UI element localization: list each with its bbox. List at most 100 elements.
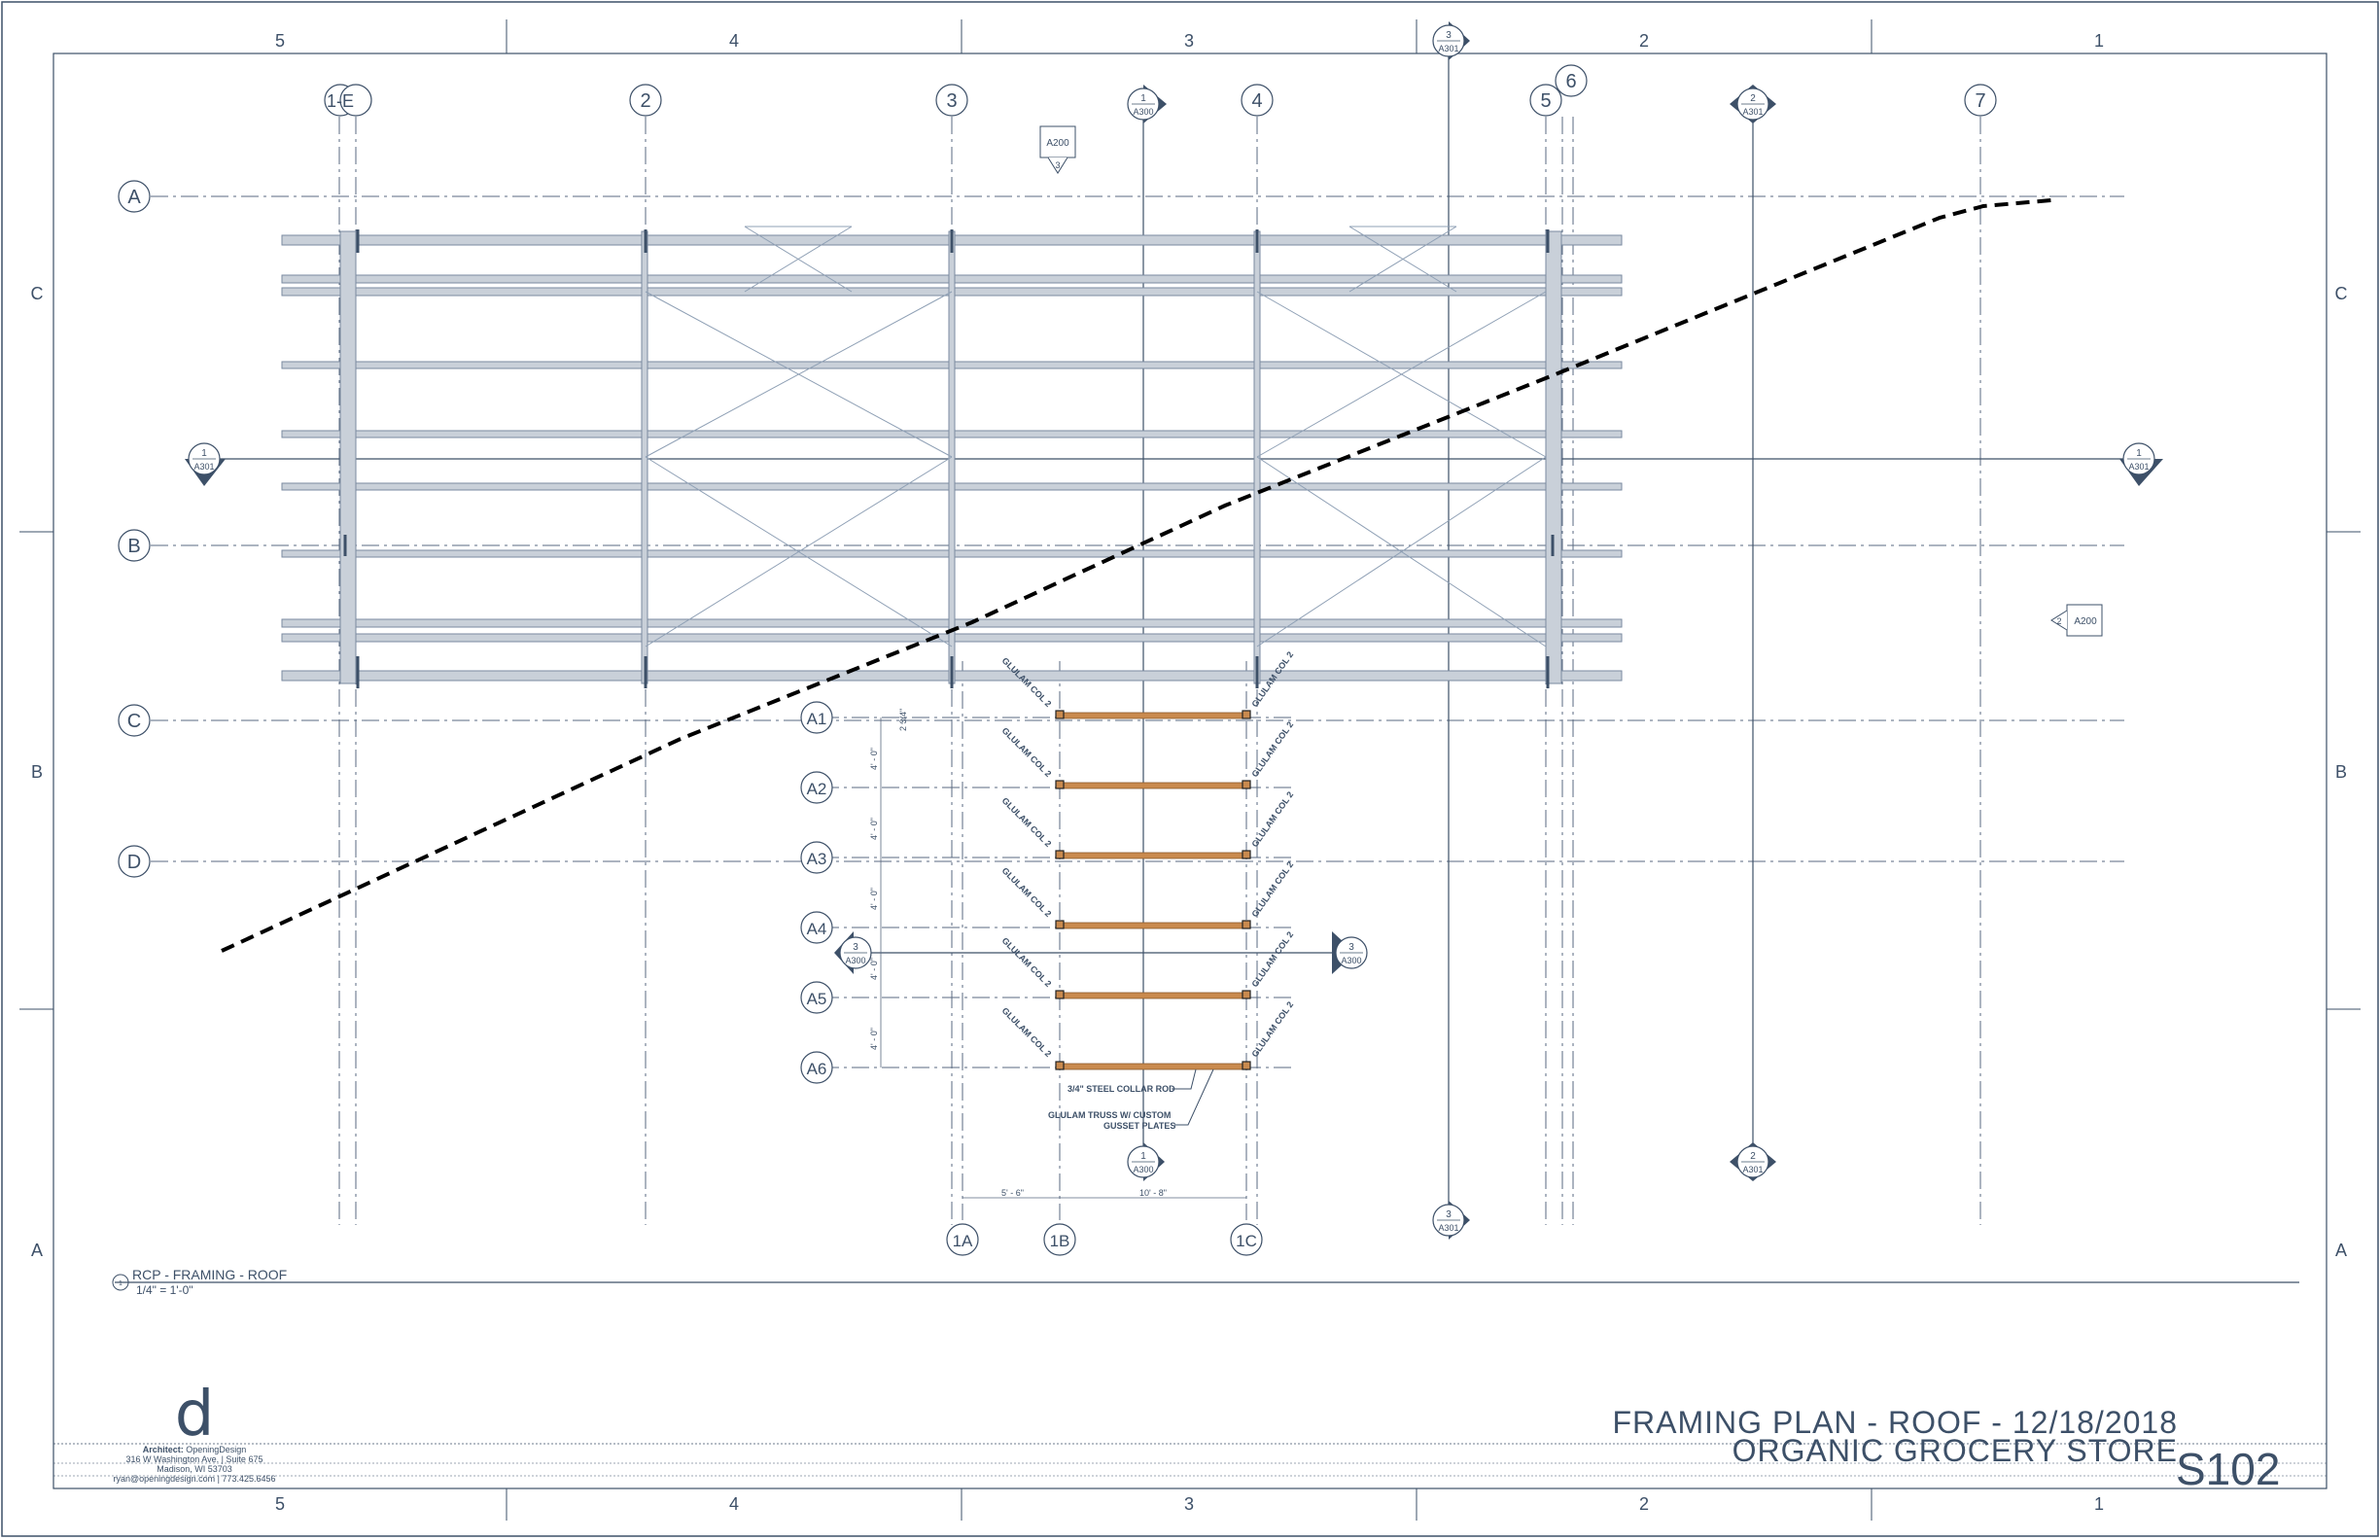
border-label: 3 <box>1184 1494 1194 1514</box>
border-label: 2 <box>1639 1494 1649 1514</box>
title-block: FRAMING PLAN - ROOF - 12/18/2018 ORGANIC… <box>1517 1407 2178 1468</box>
svg-text:2: 2 <box>640 90 650 112</box>
grid-bubble-col: 4 <box>1241 84 1274 117</box>
svg-text:1A: 1A <box>953 1232 973 1250</box>
grid-bubble-col: 2 <box>629 84 662 117</box>
view-title-line <box>112 1274 2299 1291</box>
architect-name: OpeningDesign <box>186 1445 247 1454</box>
architect-contact: ryan@openingdesign.com | 773.425.6456 <box>113 1474 276 1484</box>
grid-bubble-row: A4 <box>800 911 833 944</box>
section-marker: 3 A300 <box>834 931 872 974</box>
dim-label: 4' - 0" <box>869 1028 879 1050</box>
project-name: ORGANIC GROCERY STORE <box>1732 1433 2178 1468</box>
border-label: B <box>31 762 43 782</box>
svg-text:1: 1 <box>1140 1151 1146 1162</box>
svg-text:3: 3 <box>1348 942 1354 953</box>
view-scale: 1/4" = 1'-0" <box>136 1283 193 1297</box>
section-marker: 2 A301 <box>1730 85 1776 123</box>
glulam-col-label: GLULAM COL 2 <box>1249 719 1295 779</box>
grid-bubble-row: A <box>118 180 151 213</box>
dim-label: 4' - 0" <box>869 958 879 980</box>
svg-text:A5: A5 <box>807 990 827 1008</box>
architect-address1: 316 W Washington Ave. | Suite 675 <box>125 1454 263 1464</box>
glulam-col-label: GLULAM COL 2 <box>1249 929 1295 989</box>
grid-bubble-col: 1B <box>1043 1223 1076 1256</box>
svg-text:3: 3 <box>1055 160 1060 170</box>
grid-bubble-row: A1 <box>800 701 833 734</box>
glulam-col-label: GLULAM COL 2 <box>1249 999 1295 1059</box>
border-label: 4 <box>729 1494 739 1514</box>
glulam-col-label: GLULAM COL 2 <box>1000 1005 1054 1059</box>
grid-bubble-col: 1A <box>946 1223 979 1256</box>
glulam-col-label: GLULAM COL 2 <box>1249 859 1295 919</box>
svg-text:A300: A300 <box>1133 1165 1153 1174</box>
glulam-col-label: GLULAM COL 2 <box>1000 795 1054 849</box>
border-label: A <box>2335 1241 2347 1260</box>
svg-text:2: 2 <box>1750 1151 1756 1162</box>
section-marker: 1 A300 <box>1127 1142 1165 1181</box>
glulam-col-label: GLULAM COL 2 <box>1000 655 1054 709</box>
svg-text:7: 7 <box>1975 90 1985 112</box>
svg-text:A6: A6 <box>807 1060 827 1078</box>
border-label: C <box>31 284 44 303</box>
dim-label: 4' - 0" <box>869 748 879 770</box>
section-marker: 3 A300 <box>1332 931 1368 974</box>
svg-text:D: D <box>127 852 141 873</box>
grid-bubble-col: 3 <box>935 84 968 117</box>
sheet-number: S102 <box>2176 1444 2281 1494</box>
svg-text:A200: A200 <box>1046 138 1069 149</box>
architect-address2: Madison, WI 53703 <box>157 1464 232 1474</box>
border-label: 2 <box>1639 31 1649 51</box>
svg-text:C: C <box>127 711 141 732</box>
architect-block: d Architect: OpeningDesign 316 W Washing… <box>78 1379 311 1484</box>
border-label: B <box>2335 762 2347 782</box>
section-lines <box>204 44 2139 1220</box>
section-marker: 2 A301 <box>1730 1142 1776 1181</box>
svg-text:1B: 1B <box>1050 1232 1070 1250</box>
view-number: 1 <box>119 1280 122 1287</box>
svg-text:A301: A301 <box>2128 462 2149 472</box>
dim-label: 10' - 8" <box>1139 1188 1167 1198</box>
dim-label: 5' - 6" <box>1001 1188 1024 1198</box>
svg-text:A301: A301 <box>1438 44 1458 53</box>
svg-text:A301: A301 <box>193 462 214 472</box>
glulam-col-label: GLULAM COL 2 <box>1000 865 1054 919</box>
truss-label: GUSSET PLATES <box>1103 1121 1175 1131</box>
svg-text:4: 4 <box>1251 90 1262 112</box>
svg-text:1C: 1C <box>1236 1232 1257 1250</box>
svg-text:A301: A301 <box>1742 107 1763 117</box>
elevation-markers: A200 3 A200 2 <box>1039 125 2103 637</box>
svg-text:3: 3 <box>1446 1209 1452 1220</box>
grid-bubble-row: B <box>118 529 151 562</box>
grid-bubble-col: 5 <box>1529 84 1562 117</box>
dim-label: 2 3/4" <box>898 709 908 731</box>
elevation-marker: A200 3 <box>1039 125 1076 174</box>
svg-text:A1: A1 <box>807 710 827 728</box>
svg-text:1: 1 <box>2136 448 2142 459</box>
border-label: A <box>31 1241 43 1260</box>
svg-text:A200: A200 <box>2074 616 2097 627</box>
svg-text:1: 1 <box>201 448 207 459</box>
border-label: 1 <box>2094 31 2104 51</box>
svg-text:A301: A301 <box>1438 1223 1458 1233</box>
svg-text:5: 5 <box>1540 90 1551 112</box>
break-line <box>221 198 2052 953</box>
section-marker: 1 A300 <box>1127 85 1167 123</box>
glulam-col-label: GLULAM COL 2 <box>1000 935 1054 989</box>
svg-text:3: 3 <box>946 90 957 112</box>
svg-text:1: 1 <box>1140 93 1146 104</box>
border-label: C <box>2335 284 2348 303</box>
glulam-col-label: GLULAM COL 2 <box>1249 789 1295 849</box>
svg-text:A3: A3 <box>807 850 827 868</box>
svg-text:A300: A300 <box>1133 107 1153 117</box>
border-label: 5 <box>275 31 285 51</box>
truss-callouts: 3/4" STEEL COLLAR ROD GLULAM TRUSS W/ CU… <box>1048 1068 1214 1131</box>
border-label: 1 <box>2094 1494 2104 1514</box>
grid-bubble-row: A6 <box>800 1051 833 1084</box>
architect-logo: d <box>174 1379 215 1451</box>
collar-rod-label: 3/4" STEEL COLLAR ROD <box>1068 1084 1175 1094</box>
truss-label: GLULAM TRUSS W/ CUSTOM <box>1048 1110 1171 1120</box>
border-label: 5 <box>275 1494 285 1514</box>
grid-bubble-row: A2 <box>800 771 833 804</box>
drawing-sheet: 5 4 3 2 1 5 4 3 2 1 C B A C B A GLULAM C… <box>1 1 2379 1537</box>
